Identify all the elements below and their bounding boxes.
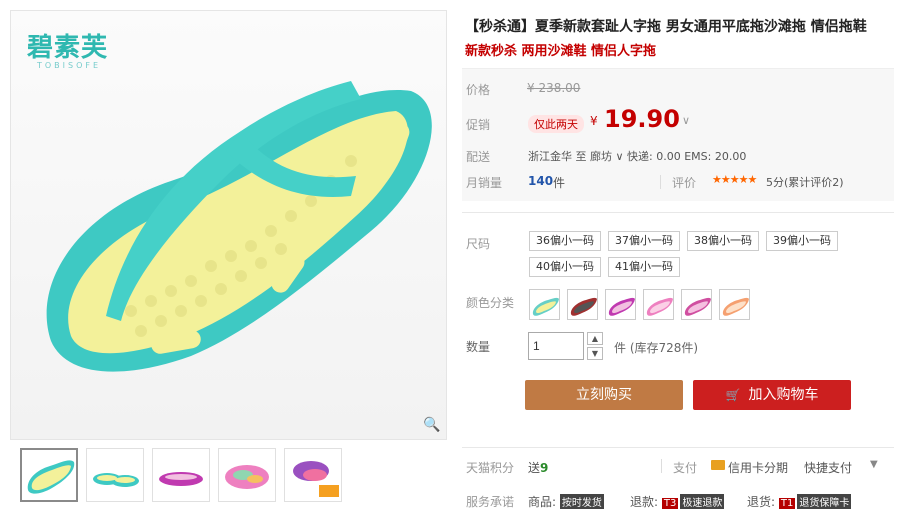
cart-icon: 🛒 [725, 388, 741, 402]
size-option[interactable]: 36偏小一码 [529, 231, 601, 251]
service-item-refund[interactable]: 退款: T3 极速退款 [630, 493, 725, 510]
color-swatch-pink[interactable] [643, 289, 674, 320]
star-rating-icon: ★★★★★ [712, 173, 757, 186]
thumbnail-3[interactable] [152, 448, 210, 502]
chevron-down-icon[interactable]: ∨ [682, 114, 690, 127]
size-option[interactable]: 37偏小一码 [608, 231, 680, 251]
service-item-return[interactable]: 退货: T1 退货保障卡 [747, 493, 852, 510]
color-swatch-teal[interactable] [529, 289, 560, 320]
service-label: 服务承诺 [466, 495, 515, 509]
color-swatch-magenta[interactable] [681, 289, 712, 320]
promo-tag: 仅此两天 [528, 115, 584, 133]
review-summary[interactable]: 5分(累计评价2) [766, 174, 844, 190]
buy-now-button[interactable]: 立刻购买 [525, 380, 683, 410]
credit-card-icon [711, 460, 725, 470]
thumbnail-4[interactable] [218, 448, 276, 502]
credit-installment[interactable]: 信用卡分期 [728, 459, 788, 476]
shipping-label: 配送 [466, 150, 491, 164]
section-divider [462, 447, 894, 448]
quantity-decrease-icon[interactable]: ▼ [587, 347, 603, 360]
size-label: 尺码 [466, 237, 491, 251]
product-subtitle: 新款秒杀 两用沙滩鞋 情侣人字拖 [465, 44, 657, 59]
price-panel: 价格 ¥ 238.00 促销 仅此两天 ¥ 19.90 ∨ 配送 浙江金华 至 … [462, 68, 894, 201]
payment-label: 支付 [673, 461, 698, 475]
shipping-info[interactable]: 浙江金华 至 廊坊 ∨ 快递: 0.00 EMS: 20.00 [528, 148, 746, 164]
thumbnail-5[interactable] [284, 448, 342, 502]
zoom-icon[interactable]: 🔍 [422, 415, 442, 435]
chevron-down-icon[interactable]: ▼ [870, 459, 878, 470]
original-price: ¥ 238.00 [527, 81, 581, 95]
quantity-input[interactable] [528, 332, 584, 360]
quantity-increase-icon[interactable]: ▲ [587, 332, 603, 345]
orig-price-label: 价格 [466, 83, 491, 97]
divider [660, 175, 661, 189]
review-label: 评价 [672, 176, 697, 190]
promo-label: 促销 [466, 118, 491, 132]
size-option[interactable]: 39偏小一码 [766, 231, 838, 251]
product-title: 【秒杀通】夏季新款套趾人字拖 男女通用平底拖沙滩拖 情侣拖鞋 [465, 19, 867, 35]
quantity-label: 数量 [466, 340, 491, 354]
color-label: 颜色分类 [466, 296, 515, 310]
color-swatch-orange[interactable] [719, 289, 750, 320]
size-option[interactable]: 40偏小一码 [529, 257, 601, 277]
main-product-image[interactable]: 碧素芙 TOBISOFE 🔍 [10, 10, 447, 440]
quick-pay[interactable]: 快捷支付 [804, 459, 852, 476]
promo-price: 19.90 [604, 105, 680, 133]
service-item-delivery[interactable]: 商品: 按时发货 [528, 493, 604, 510]
sales-unit: 件 [553, 176, 566, 190]
size-option[interactable]: 38偏小一码 [687, 231, 759, 251]
add-to-cart-label: 加入购物车 [748, 387, 819, 403]
points-value: 送9 [528, 461, 549, 475]
size-option[interactable]: 41偏小一码 [608, 257, 680, 277]
sales-label: 月销量 [466, 176, 503, 190]
color-swatch-red[interactable] [567, 289, 598, 320]
stock-info: 件 (库存728件) [614, 341, 699, 355]
divider [661, 459, 662, 473]
flip-flop-illustration [46, 81, 432, 372]
add-to-cart-button[interactable]: 🛒 加入购物车 [693, 380, 851, 410]
color-swatch-purple[interactable] [605, 289, 636, 320]
section-divider [462, 212, 894, 213]
points-label: 天猫积分 [466, 461, 515, 475]
thumbnail-1[interactable] [20, 448, 78, 502]
thumbnail-2[interactable] [86, 448, 144, 502]
currency-symbol: ¥ [590, 114, 598, 128]
buy-now-label: 立刻购买 [576, 387, 632, 403]
thumbnail-strip [14, 448, 454, 508]
sales-count: 140 [528, 174, 554, 188]
